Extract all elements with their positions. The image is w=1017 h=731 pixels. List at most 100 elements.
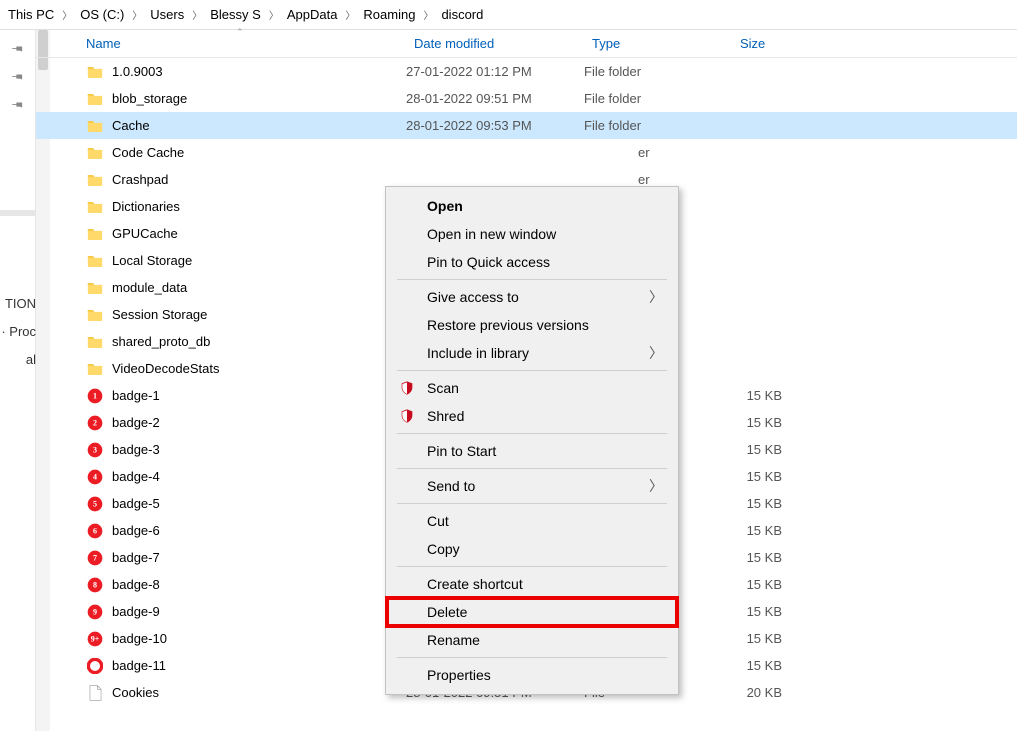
badge-icon: 4 xyxy=(87,469,103,485)
file-name: badge-10 xyxy=(82,631,406,646)
breadcrumb-item[interactable]: Users xyxy=(148,7,186,22)
file-name: badge-7 xyxy=(82,550,406,565)
file-date: 28-01-2022 09:51 PM xyxy=(406,91,584,106)
folder-icon xyxy=(87,281,103,294)
sort-indicator-icon: ⌃ xyxy=(236,27,244,38)
ctx-pin-quick[interactable]: Pin to Quick access xyxy=(387,248,677,276)
ctx-give-access[interactable]: Give access to〉 xyxy=(387,283,677,311)
file-name: Local Storage xyxy=(82,253,406,268)
breadcrumb-item[interactable]: AppData xyxy=(285,7,340,22)
ctx-send-to[interactable]: Send to〉 xyxy=(387,472,677,500)
chevron-right-icon: 〉 xyxy=(417,7,439,22)
file-size: 15 KB xyxy=(732,631,832,646)
file-name: badge-9 xyxy=(82,604,406,619)
context-menu: Open Open in new window Pin to Quick acc… xyxy=(385,186,679,695)
svg-text:9: 9 xyxy=(93,607,97,616)
file-size: 15 KB xyxy=(732,604,832,619)
chevron-right-icon: 〉 xyxy=(56,7,78,22)
breadcrumb-item[interactable]: OS (C:) xyxy=(78,7,126,22)
file-size: 15 KB xyxy=(732,496,832,511)
badge-icon: 9 xyxy=(87,604,103,620)
pin-icon xyxy=(8,67,28,87)
breadcrumb-item[interactable]: discord xyxy=(439,7,485,22)
ctx-rename[interactable]: Rename xyxy=(387,626,677,654)
file-name: Cache xyxy=(82,118,406,133)
column-name[interactable]: Name xyxy=(78,36,406,51)
chevron-right-icon: 〉 xyxy=(649,343,663,363)
folder-icon xyxy=(87,119,103,132)
chevron-right-icon: 〉 xyxy=(126,7,148,22)
column-type[interactable]: Type xyxy=(584,36,732,51)
breadcrumb-item[interactable]: This PC xyxy=(6,7,56,22)
chevron-right-icon: 〉 xyxy=(649,476,663,496)
file-size: 15 KB xyxy=(732,388,832,403)
ctx-open-new-window[interactable]: Open in new window xyxy=(387,220,677,248)
file-name: Dictionaries xyxy=(82,199,406,214)
badge-icon: 6 xyxy=(87,523,103,539)
svg-text:1: 1 xyxy=(93,391,97,400)
ctx-include-library[interactable]: Include in library 〉 xyxy=(387,339,677,367)
file-size: 15 KB xyxy=(732,469,832,484)
nav-divider xyxy=(0,210,35,216)
file-name: badge-1 xyxy=(82,388,406,403)
chevron-right-icon: 〉 xyxy=(263,7,285,22)
ctx-properties[interactable]: Properties xyxy=(387,661,677,689)
file-date: 28-01-2022 09:53 PM xyxy=(406,118,584,133)
svg-text:8: 8 xyxy=(93,580,97,589)
nav-cutoff-text: TION · Proc al xyxy=(0,290,36,374)
file-type: File folder xyxy=(584,118,732,133)
svg-text:9+: 9+ xyxy=(91,634,100,643)
table-row[interactable]: 1.0.9003 27-01-2022 01:12 PM File folder xyxy=(36,58,1017,85)
file-type: File folder xyxy=(584,64,732,79)
ctx-label: Shred xyxy=(427,408,464,424)
ctx-open[interactable]: Open xyxy=(387,192,677,220)
file-name: badge-2 xyxy=(82,415,406,430)
badge-icon: 8 xyxy=(87,577,103,593)
table-row[interactable]: blob_storage 28-01-2022 09:51 PM File fo… xyxy=(36,85,1017,112)
column-date[interactable]: Date modified xyxy=(406,36,584,51)
file-size: 15 KB xyxy=(732,658,832,673)
folder-icon xyxy=(87,173,103,186)
file-name: badge-8 xyxy=(82,577,406,592)
svg-text:4: 4 xyxy=(93,472,97,481)
table-row[interactable]: Cache 28-01-2022 09:53 PM File folder xyxy=(36,112,1017,139)
file-size: 15 KB xyxy=(732,577,832,592)
shield-icon xyxy=(399,408,415,424)
nav-cutoff-line: TION xyxy=(0,290,36,318)
file-name: 1.0.9003 xyxy=(82,64,406,79)
ctx-delete[interactable]: Delete xyxy=(387,598,677,626)
svg-text:7: 7 xyxy=(93,553,97,562)
pin-icon xyxy=(8,39,28,59)
ring-icon xyxy=(87,658,103,674)
file-name: Session Storage xyxy=(82,307,406,322)
file-name: badge-3 xyxy=(82,442,406,457)
ctx-restore-previous[interactable]: Restore previous versions xyxy=(387,311,677,339)
folder-icon xyxy=(87,362,103,375)
breadcrumb-item[interactable]: Blessy S xyxy=(208,7,263,22)
file-size: 15 KB xyxy=(732,523,832,538)
file-size: 20 KB xyxy=(732,685,832,700)
svg-text:2: 2 xyxy=(93,418,97,427)
chevron-right-icon: 〉 xyxy=(339,7,361,22)
file-size: 15 KB xyxy=(732,550,832,565)
column-headers[interactable]: ⌃ Name Date modified Type Size xyxy=(36,30,1017,58)
ctx-copy[interactable]: Copy xyxy=(387,535,677,563)
ctx-create-shortcut[interactable]: Create shortcut xyxy=(387,570,677,598)
breadcrumb[interactable]: This PC〉 OS (C:)〉 Users〉 Blessy S〉 AppDa… xyxy=(0,0,1017,30)
table-row[interactable]: Code Cache er xyxy=(36,139,1017,166)
column-size[interactable]: Size xyxy=(732,36,832,51)
ctx-label: Give access to xyxy=(427,289,519,305)
ctx-scan[interactable]: Scan xyxy=(387,374,677,402)
breadcrumb-item[interactable]: Roaming xyxy=(361,7,417,22)
ctx-pin-start[interactable]: Pin to Start xyxy=(387,437,677,465)
ctx-shred[interactable]: Shred xyxy=(387,402,677,430)
svg-text:6: 6 xyxy=(93,526,97,535)
chevron-right-icon: 〉 xyxy=(186,7,208,22)
shield-icon xyxy=(399,380,415,396)
pin-icon xyxy=(8,95,28,115)
file-size: 15 KB xyxy=(732,442,832,457)
ctx-label: Include in library xyxy=(427,345,529,361)
ctx-cut[interactable]: Cut xyxy=(387,507,677,535)
file-name: badge-5 xyxy=(82,496,406,511)
svg-text:3: 3 xyxy=(93,445,97,454)
